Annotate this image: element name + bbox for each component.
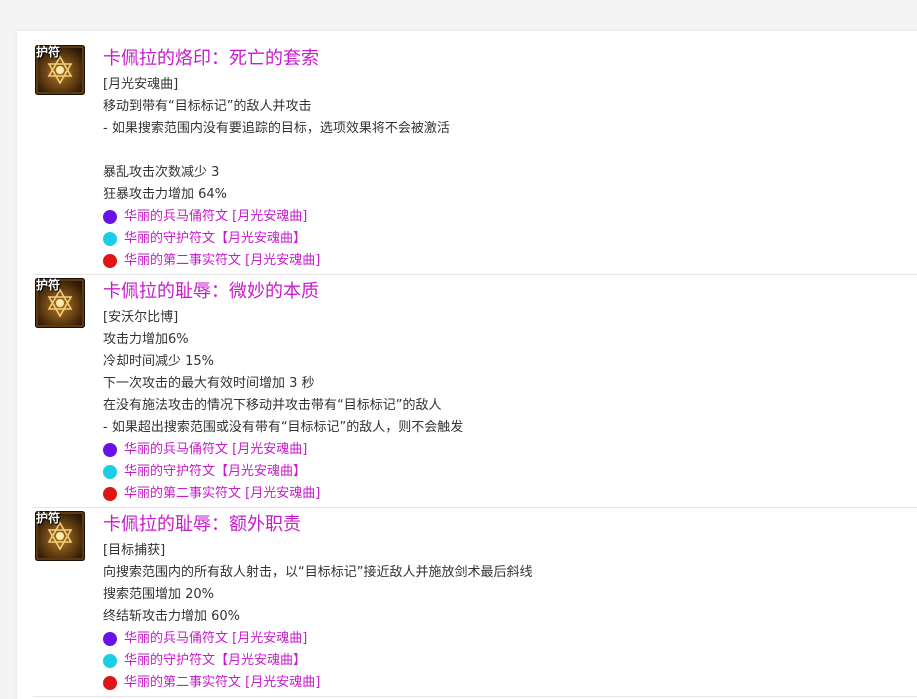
option-description: 在没有施法攻击的情况下移动并攻击带有“目标标记”的敌人	[103, 398, 442, 413]
rune-label: 华丽的守护符文【月光安魂曲】	[124, 464, 307, 479]
rune-item: 华丽的兵马俑符文 [月光安魂曲]	[103, 628, 917, 650]
rune-item: 华丽的守护符文【月光安魂曲】	[103, 461, 917, 483]
red-dot-icon	[103, 676, 117, 690]
option-description: 移动到带有“目标标记”的敌人并攻击	[103, 99, 312, 114]
option-stat: 终结斩攻击力增加 60%	[103, 609, 241, 624]
cyan-dot-icon	[103, 232, 117, 246]
rune-item: 华丽的第二事实符文 [月光安魂曲]	[103, 483, 917, 505]
option-stat: 攻击力增加6%	[103, 332, 189, 347]
rune-label: 华丽的第二事实符文 [月光安魂曲]	[124, 675, 321, 690]
rune-item: 华丽的兵马俑符文 [月光安魂曲]	[103, 206, 917, 228]
option-entry: 护符 卡佩拉的烙印：死亡的套索 [月光安魂曲] 移动到带有“目标标记”的敌人并攻…	[33, 31, 917, 275]
red-dot-icon	[103, 254, 117, 268]
rune-item: 华丽的守护符文【月光安魂曲】	[103, 228, 917, 250]
cyan-dot-icon	[103, 465, 117, 479]
option-description: 向搜索范围内的所有敌人射击，以“目标标记”接近敌人并施放剑术最后斜线	[103, 565, 533, 580]
option-stat: 暴乱攻击次数减少 3	[103, 165, 220, 180]
option-title: 卡佩拉的烙印：死亡的套索	[103, 48, 319, 69]
option-category: [目标捕获]	[103, 543, 166, 558]
option-category: [安沃尔比博]	[103, 310, 179, 325]
option-stat: 搜索范围增加 20%	[103, 587, 215, 602]
amulet-tag-label: 护符	[36, 511, 61, 525]
option-stat: 下一次攻击的最大有效时间增加 3 秒	[103, 376, 315, 391]
option-note: - 如果搜索范围内没有要追踪的目标，选项效果将不会被激活	[103, 121, 450, 136]
rune-label: 华丽的兵马俑符文 [月光安魂曲]	[124, 209, 308, 224]
amulet-tag-label: 护符	[36, 278, 61, 292]
option-title: 卡佩拉的耻辱：微妙的本质	[103, 281, 319, 302]
amulet-tag-label: 护符	[36, 45, 61, 59]
option-category: [月光安魂曲]	[103, 77, 179, 92]
purple-dot-icon	[103, 632, 117, 646]
option-note: - 如果超出搜索范围或没有带有“目标标记”的敌人，则不会触发	[103, 420, 464, 435]
rune-label: 华丽的兵马俑符文 [月光安魂曲]	[124, 442, 308, 457]
rune-label: 华丽的兵马俑符文 [月光安魂曲]	[124, 631, 308, 646]
option-entry: 护符 卡佩拉的耻辱：额外职责 [目标捕获] 向搜索范围内的所有敌人射击，以“目标…	[33, 508, 917, 697]
rune-label: 华丽的第二事实符文 [月光安魂曲]	[124, 486, 321, 501]
rune-label: 华丽的守护符文【月光安魂曲】	[124, 231, 307, 246]
option-stat: 狂暴攻击力增加 64%	[103, 187, 228, 202]
amulet-icon: 护符	[35, 278, 85, 328]
rune-item: 华丽的兵马俑符文 [月光安魂曲]	[103, 439, 917, 461]
purple-dot-icon	[103, 443, 117, 457]
rune-label: 华丽的第二事实符文 [月光安魂曲]	[124, 253, 321, 268]
rune-item: 华丽的第二事实符文 [月光安魂曲]	[103, 672, 917, 694]
amulet-icon: 护符	[35, 45, 85, 95]
rune-label: 华丽的守护符文【月光安魂曲】	[124, 653, 307, 668]
item-option-panel: 护符 卡佩拉的烙印：死亡的套索 [月光安魂曲] 移动到带有“目标标记”的敌人并攻…	[16, 30, 917, 699]
option-stat: 冷却时间减少 15%	[103, 354, 215, 369]
cyan-dot-icon	[103, 654, 117, 668]
red-dot-icon	[103, 487, 117, 501]
amulet-icon: 护符	[35, 511, 85, 561]
option-entry: 护符 卡佩拉的耻辱：微妙的本质 [安沃尔比博] 攻击力增加6% 冷却时间减少 1…	[33, 275, 917, 508]
option-title: 卡佩拉的耻辱：额外职责	[103, 514, 301, 535]
purple-dot-icon	[103, 210, 117, 224]
rune-item: 华丽的守护符文【月光安魂曲】	[103, 650, 917, 672]
rune-item: 华丽的第二事实符文 [月光安魂曲]	[103, 250, 917, 272]
